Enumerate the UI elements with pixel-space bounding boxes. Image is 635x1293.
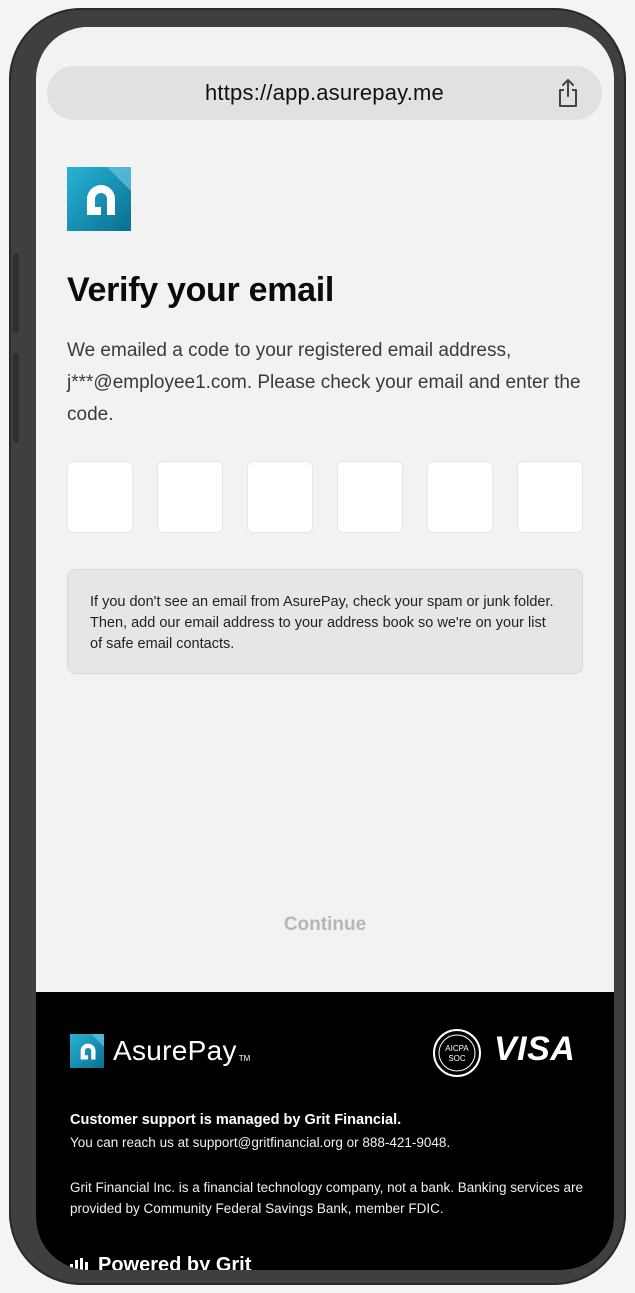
support-title: Customer support is managed by Grit Fina… [70, 1112, 402, 1128]
legal-disclaimer: Grit Financial Inc. is a financial techn… [70, 1180, 584, 1216]
svg-text:AICPA: AICPA [445, 1044, 469, 1053]
aicpa-soc-badge-icon: AICPA SOC [433, 1029, 481, 1077]
page-description: We emailed a code to your registered ema… [67, 340, 581, 425]
asurepay-footer-logo-icon [70, 1034, 104, 1068]
volume-up-button [13, 253, 19, 333]
code-digit-4[interactable] [337, 461, 403, 533]
main-content: Verify your email We emailed a code to y… [36, 135, 614, 992]
url-text[interactable]: https://app.asurepay.me [205, 80, 444, 106]
page-title: Verify your email [67, 271, 335, 309]
verification-code-inputs [67, 461, 583, 533]
volume-down-button [13, 353, 19, 443]
visa-logo: VISA [494, 1030, 576, 1068]
share-icon[interactable] [556, 78, 580, 108]
code-digit-1[interactable] [67, 461, 133, 533]
phone-screen: https://app.asurepay.me Verify your emai… [36, 27, 614, 1270]
powered-by-text: Powered by Grit [98, 1254, 252, 1270]
svg-text:SOC: SOC [448, 1054, 466, 1063]
powered-by: Powered by Grit [70, 1254, 251, 1270]
footer-brand: AsurePay TM [70, 1034, 250, 1068]
brand-name: AsurePay [113, 1035, 237, 1066]
footer: AsurePay TM AICPA SOC VISA Customer supp… [36, 992, 614, 1270]
code-digit-6[interactable] [517, 461, 583, 533]
continue-button[interactable]: Continue [236, 905, 414, 945]
browser-url-bar[interactable]: https://app.asurepay.me [47, 66, 602, 120]
code-digit-2[interactable] [157, 461, 223, 533]
code-digit-3[interactable] [247, 461, 313, 533]
code-digit-5[interactable] [427, 461, 493, 533]
spam-notice: If you don't see an email from AsurePay,… [67, 569, 583, 674]
support-contact[interactable]: You can reach us at support@gritfinancia… [70, 1135, 450, 1150]
asurepay-logo-icon [67, 167, 131, 231]
status-bar [36, 27, 614, 55]
grit-logo-icon [70, 1257, 88, 1270]
brand-trademark: TM [238, 1053, 251, 1063]
